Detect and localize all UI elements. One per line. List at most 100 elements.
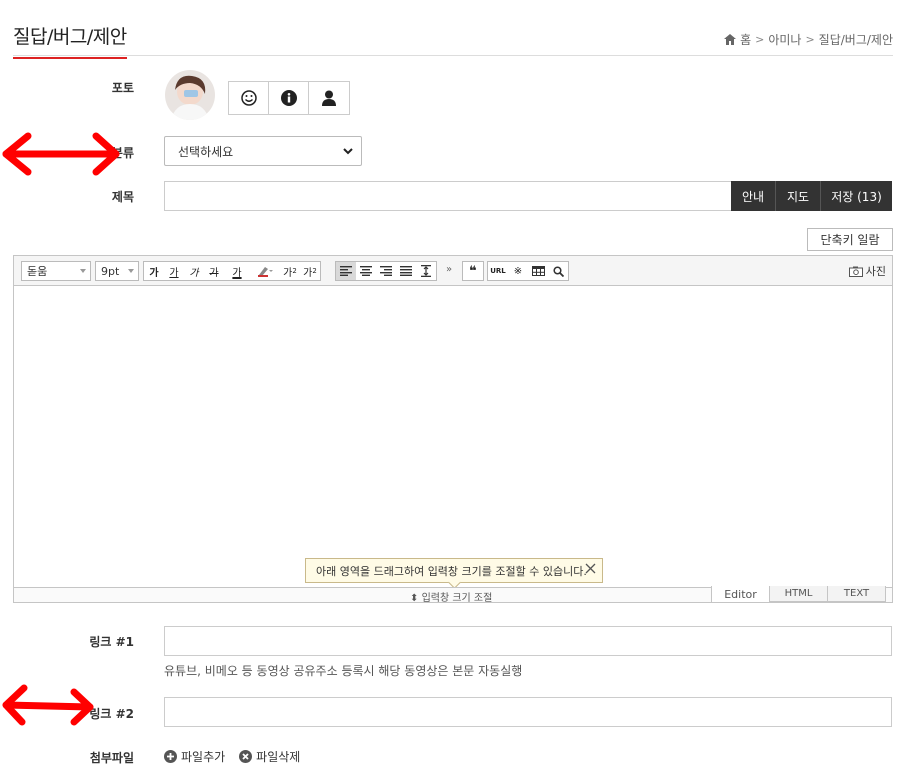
editor-mode-tabs: Editor HTML TEXT (711, 586, 886, 603)
more-tools-icon[interactable]: » (446, 264, 452, 275)
highlighter-icon (258, 267, 273, 277)
font-size-select[interactable]: 9pt (95, 261, 139, 281)
page-title: 질답/버그/제안 (13, 22, 127, 59)
font-family-value: 돋움 (27, 265, 48, 278)
link1-label: 링크 #1 (89, 635, 134, 649)
breadcrumb: 홈 > 아미나 > 질답/버그/제안 (724, 31, 893, 48)
user-icon (322, 90, 336, 106)
shortcut-list-button[interactable]: 단축키 일람 (807, 228, 893, 251)
avatar[interactable] (165, 70, 215, 120)
tab-html[interactable]: HTML (769, 586, 828, 602)
align-right-button[interactable] (376, 262, 396, 280)
breadcrumb-current[interactable]: 질답/버그/제안 (819, 31, 893, 48)
resize-label-text: 입력창 크기 조절 (421, 593, 493, 604)
subject-input[interactable] (164, 181, 732, 211)
align-group (335, 261, 437, 281)
link-hint: 유튜브, 비메오 등 동영상 공유주소 등록시 해당 동영상은 본문 자동실행 (164, 664, 523, 678)
align-justify-icon (400, 266, 412, 276)
font-size-value: 9pt (101, 264, 120, 278)
x-circle-icon (239, 750, 253, 763)
map-button[interactable]: 지도 (776, 181, 821, 211)
link2-input[interactable] (164, 697, 892, 727)
guide-button[interactable]: 안내 (731, 181, 776, 211)
chevron-right-icon: > (755, 33, 765, 46)
url-button[interactable]: URL (488, 262, 508, 280)
page-header: 질답/버그/제안 홈 > 아미나 > 질답/버그/제안 (13, 18, 893, 59)
remove-file-label: 파일삭제 (256, 750, 301, 764)
attach-label: 첨부파일 (89, 751, 134, 765)
attach-actions: 파일추가 파일삭제 (164, 748, 300, 765)
italic-button[interactable]: 가 (184, 262, 204, 280)
photo-label: 포토 (111, 81, 134, 95)
highlight-color-button[interactable] (250, 262, 280, 280)
subscript-button[interactable]: 가2 (300, 262, 320, 280)
align-center-icon (360, 266, 372, 276)
strikethrough-button[interactable]: 가 (204, 262, 224, 280)
insert-group: URL ※ (487, 261, 569, 281)
category-select[interactable]: 선택하세요 (164, 136, 362, 166)
asterisk-icon: ※ (513, 265, 523, 277)
resize-handle[interactable]: ⬍ 입력창 크기 조절 Editor HTML TEXT (14, 586, 892, 604)
close-icon[interactable] (585, 563, 596, 577)
add-file-label: 파일추가 (181, 750, 226, 764)
superscript-button[interactable]: 가2 (280, 262, 300, 280)
align-center-button[interactable] (356, 262, 376, 280)
caret-down-icon (128, 269, 134, 273)
quote-icon: ❝ (469, 263, 477, 279)
red-double-arrow-icon (2, 132, 120, 176)
user-icon-button[interactable] (309, 82, 349, 114)
chevron-down-icon (343, 147, 353, 154)
line-height-button[interactable] (416, 262, 436, 280)
align-justify-button[interactable] (396, 262, 416, 280)
camera-icon (848, 266, 863, 277)
breadcrumb-home[interactable]: 홈 (740, 31, 751, 48)
font-color-button[interactable]: 가 (224, 262, 250, 280)
quote-group: ❝ (462, 261, 484, 281)
editor-content-area[interactable] (14, 287, 892, 587)
editor-toolbar: 돋움 9pt 가 가 가 가 가 가2 가2 » ❝ URL ※ 사진 (14, 256, 892, 286)
resize-tooltip: 아래 영역을 드래그하여 입력창 크기를 조절할 수 있습니다. (305, 558, 603, 583)
remove-file-button[interactable]: 파일삭제 (239, 748, 300, 765)
link1-input[interactable] (164, 626, 892, 656)
photo-upload-label: 사진 (865, 265, 886, 278)
line-height-icon (421, 265, 431, 277)
chevron-right-icon: > (805, 33, 815, 46)
resize-tooltip-text: 아래 영역을 드래그하여 입력창 크기를 조절할 수 있습니다. (316, 564, 587, 578)
smile-icon-button[interactable] (229, 82, 269, 114)
table-icon (531, 266, 545, 276)
special-char-button[interactable]: ※ (508, 262, 528, 280)
table-button[interactable] (528, 262, 548, 280)
category-select-value: 선택하세요 (178, 144, 234, 159)
red-double-arrow-icon (2, 684, 94, 726)
search-icon (552, 265, 564, 277)
rich-text-editor: 돋움 9pt 가 가 가 가 가 가2 가2 » ❝ URL ※ 사진 아래 영… (13, 255, 893, 604)
caret-down-icon (80, 269, 86, 273)
tab-text[interactable]: TEXT (827, 586, 886, 602)
bold-button[interactable]: 가 (144, 262, 164, 280)
subscript-label: 가 (303, 267, 313, 279)
quote-button[interactable]: ❝ (463, 262, 483, 280)
subject-label: 제목 (111, 190, 134, 204)
align-right-icon (380, 266, 392, 276)
superscript-label: 가 (283, 267, 293, 279)
font-family-select[interactable]: 돋움 (21, 261, 91, 281)
subject-buttons: 안내 지도 저장 (13) (731, 181, 892, 211)
save-button[interactable]: 저장 (13) (821, 181, 892, 211)
align-left-button[interactable] (336, 262, 356, 280)
photo-upload-button[interactable]: 사진 (848, 263, 886, 279)
tab-editor[interactable]: Editor (711, 586, 770, 603)
url-icon: URL (490, 267, 506, 275)
text-format-group: 가 가 가 가 가 가2 가2 (143, 261, 321, 281)
resize-label: ⬍ 입력창 크기 조절 (410, 593, 493, 604)
photo-icon-group (228, 81, 350, 115)
find-button[interactable] (548, 262, 568, 280)
plus-circle-icon (164, 750, 177, 763)
info-icon-button[interactable] (269, 82, 309, 114)
smile-icon (240, 90, 257, 106)
home-icon (724, 34, 737, 45)
info-icon (280, 90, 297, 106)
align-left-icon (340, 266, 352, 276)
underline-button[interactable]: 가 (164, 262, 184, 280)
breadcrumb-amina[interactable]: 아미나 (768, 31, 801, 48)
add-file-button[interactable]: 파일추가 (164, 748, 225, 765)
